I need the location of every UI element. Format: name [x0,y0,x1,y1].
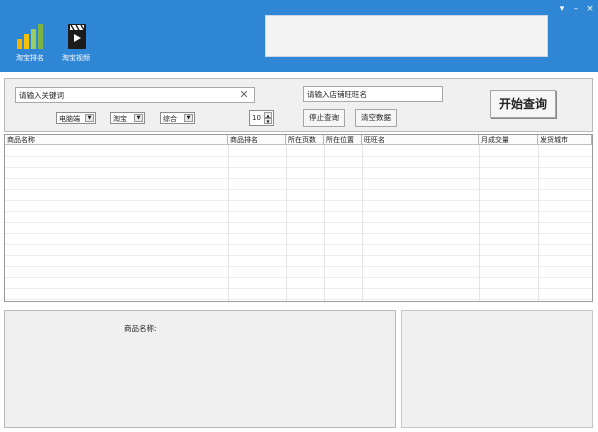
product-name-label: 商品名称: [124,324,157,333]
ad-banner [265,15,548,57]
nav-ranking-label: 淘宝排名 [16,54,44,62]
product-image-panel [401,310,593,428]
table-column-line [228,145,229,301]
skin-button[interactable]: ▾ [556,4,568,14]
sort-value: 综合 [163,115,177,123]
table-row-line [5,233,592,234]
table-row-line [5,156,592,157]
clear-keyword-icon[interactable]: ✕ [236,87,252,103]
table-row-line [5,288,592,289]
nav-video-label: 淘宝视频 [62,54,90,62]
chevron-down-icon: ▼ [134,114,143,122]
table-row-line [5,189,592,190]
bar-chart-icon [17,24,43,49]
client-type-value: 电脑端 [59,115,80,123]
shop-name-input[interactable]: 请输入店铺旺旺名 [303,86,443,102]
column-header-page[interactable]: 所在页数 [286,135,324,145]
table-column-line [286,145,287,301]
table-row-line [5,178,592,179]
minimize-button[interactable]: – [570,4,582,14]
search-panel: 请输入关键词 ✕ 请输入店铺旺旺名 电脑端 ▼ 淘宝 ▼ 综合 ▼ 10 ▲ ▼… [4,78,593,132]
table-header: 商品名称 商品排名 所在页数 所在位置 旺旺名 月成交量 发货城市 [5,135,592,145]
table-row-line [5,299,592,300]
sort-select[interactable]: 综合 ▼ [160,112,195,124]
table-row-line [5,266,592,267]
page-count-value: 10 [252,114,261,122]
page-count-stepper[interactable]: 10 ▲ ▼ [249,110,274,126]
table-column-line [538,145,539,301]
chevron-down-icon: ▼ [184,114,193,122]
table-row-line [5,244,592,245]
column-header-wangwang[interactable]: 旺旺名 [362,135,479,145]
table-column-line [479,145,480,301]
close-button[interactable]: × [584,4,596,14]
platform-value: 淘宝 [113,115,127,123]
table-row-line [5,167,592,168]
product-detail-panel: 商品名称: [4,310,396,428]
column-header-product-name[interactable]: 商品名称 [5,135,228,145]
start-query-button[interactable]: 开始查询 [490,90,556,118]
results-table[interactable]: 商品名称 商品排名 所在页数 所在位置 旺旺名 月成交量 发货城市 [4,134,593,302]
table-row-line [5,200,592,201]
table-row-line [5,255,592,256]
column-header-rank[interactable]: 商品排名 [228,135,286,145]
nav-video-button[interactable]: 淘宝视频 [56,20,96,66]
platform-select[interactable]: 淘宝 ▼ [110,112,145,124]
column-header-monthly-sales[interactable]: 月成交量 [479,135,538,145]
table-row-line [5,222,592,223]
table-column-line [362,145,363,301]
table-row-line [5,211,592,212]
table-row-line [5,277,592,278]
chevron-down-icon: ▼ [85,114,94,122]
client-type-select[interactable]: 电脑端 ▼ [56,112,96,124]
clapperboard-icon [68,24,86,49]
column-header-position[interactable]: 所在位置 [324,135,362,145]
title-bar: 淘宝排名 淘宝视频 ▾ – × [0,0,598,72]
stepper-down-icon[interactable]: ▼ [264,118,272,124]
column-header-ship-city[interactable]: 发货城市 [538,135,592,145]
table-column-line [324,145,325,301]
stop-query-button[interactable]: 停止查询 [303,109,345,127]
keyword-input[interactable]: 请输入关键词 [15,87,255,103]
nav-ranking-button[interactable]: 淘宝排名 [10,20,50,66]
clear-data-button[interactable]: 清空数据 [355,109,397,127]
